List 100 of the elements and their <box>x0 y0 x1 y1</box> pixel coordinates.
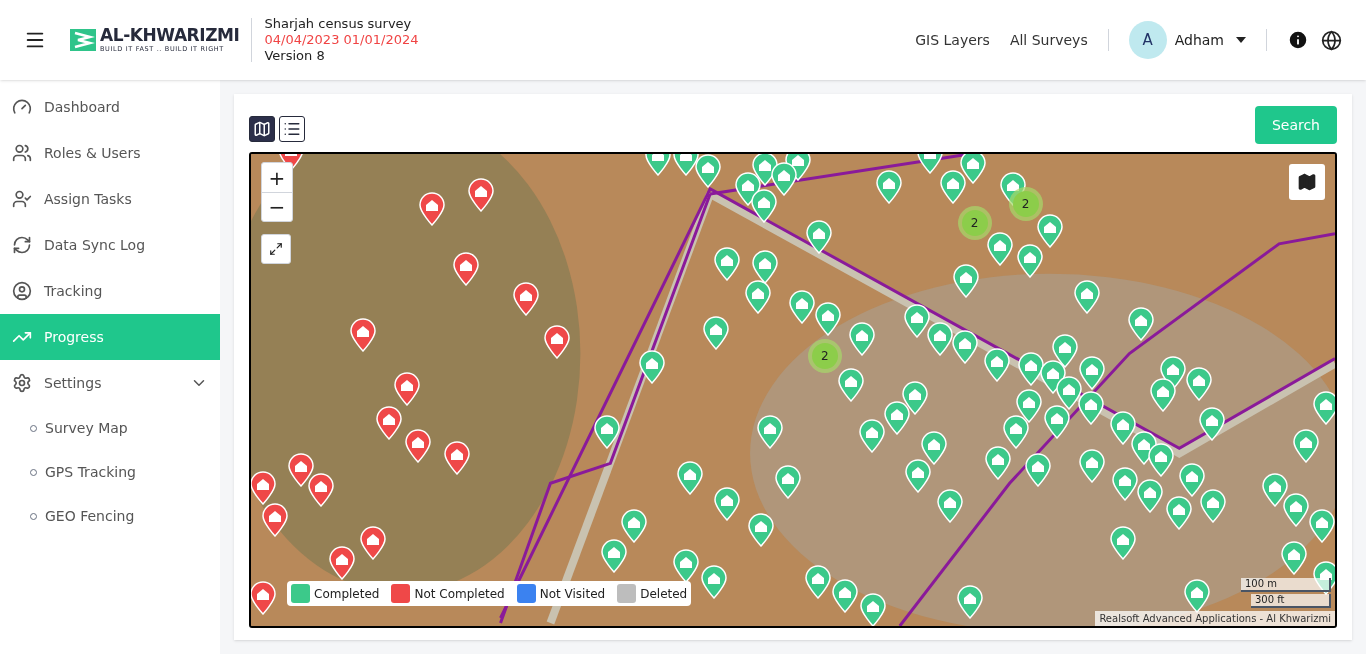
sidebar-subitem[interactable]: GPS Tracking <box>0 450 220 494</box>
map-marker[interactable] <box>287 453 314 488</box>
map-marker[interactable] <box>771 161 797 196</box>
map-marker[interactable] <box>920 431 947 466</box>
map-marker[interactable] <box>901 381 928 416</box>
map-marker[interactable] <box>1148 443 1175 478</box>
info-icon[interactable] <box>1287 29 1309 51</box>
map-marker[interactable] <box>1074 279 1101 314</box>
map-marker[interactable] <box>1262 473 1289 508</box>
map-view-button[interactable] <box>249 116 275 142</box>
map-marker[interactable] <box>251 581 276 616</box>
map-marker[interactable] <box>1017 351 1044 386</box>
map-marker[interactable] <box>986 231 1013 266</box>
map-marker[interactable] <box>859 593 886 626</box>
map-marker[interactable] <box>601 539 628 574</box>
map-marker[interactable] <box>1179 463 1206 498</box>
map-marker[interactable] <box>544 324 571 359</box>
sidebar-item[interactable]: Roles & Users <box>0 130 220 176</box>
map-marker[interactable] <box>714 246 741 281</box>
map-marker[interactable] <box>418 191 445 226</box>
map-marker[interactable] <box>858 419 885 454</box>
map-marker[interactable] <box>984 446 1011 481</box>
map-marker[interactable] <box>1016 243 1043 278</box>
map-marker[interactable] <box>452 251 479 286</box>
sidebar-item[interactable]: Dashboard <box>0 84 220 130</box>
map-marker[interactable] <box>831 579 858 614</box>
map-marker[interactable] <box>393 371 420 406</box>
map-marker[interactable] <box>952 263 979 298</box>
sidebar-subitem[interactable]: Survey Map <box>0 406 220 450</box>
map-marker[interactable] <box>261 503 288 538</box>
map-marker[interactable] <box>745 279 772 314</box>
map-marker[interactable] <box>359 526 386 561</box>
map-marker[interactable] <box>751 188 778 223</box>
map-marker[interactable] <box>805 219 832 254</box>
map-marker[interactable] <box>926 321 953 356</box>
map-marker[interactable] <box>788 289 815 324</box>
map-marker[interactable] <box>1313 391 1335 426</box>
list-view-button[interactable] <box>279 116 305 142</box>
sidebar-item[interactable]: Tracking <box>0 268 220 314</box>
map-marker[interactable] <box>837 367 864 402</box>
map-marker[interactable] <box>1184 579 1211 614</box>
user-avatar[interactable]: A <box>1128 21 1167 59</box>
map-marker[interactable] <box>875 169 902 204</box>
nav-link[interactable]: All Surveys <box>1009 29 1088 51</box>
map-marker[interactable] <box>903 303 930 338</box>
map-marker[interactable] <box>1200 489 1227 524</box>
map-marker[interactable] <box>1079 355 1106 390</box>
map-marker[interactable] <box>959 154 986 184</box>
map-marker[interactable] <box>1002 415 1029 450</box>
map-marker[interactable] <box>695 154 722 188</box>
map-marker[interactable] <box>328 546 355 581</box>
sidebar-item[interactable]: Data Sync Log <box>0 222 220 268</box>
map-marker[interactable] <box>848 321 875 356</box>
map-marker[interactable] <box>307 473 334 508</box>
user-name[interactable]: Adham <box>1174 29 1224 51</box>
map-marker[interactable] <box>1128 306 1155 341</box>
map-marker[interactable] <box>1110 411 1137 446</box>
map-marker[interactable] <box>939 169 966 204</box>
sidebar-subitem[interactable]: GEO Fencing <box>0 494 220 538</box>
map-marker[interactable] <box>349 317 376 352</box>
map-marker[interactable] <box>594 415 621 450</box>
caret-icon[interactable] <box>1236 37 1246 43</box>
map-marker[interactable] <box>714 487 741 522</box>
map-marker[interactable] <box>1137 479 1164 514</box>
map-marker[interactable] <box>673 549 700 584</box>
map-marker[interactable] <box>775 465 801 500</box>
map-marker[interactable] <box>375 406 402 441</box>
map-marker[interactable] <box>639 349 666 384</box>
map-marker[interactable] <box>904 459 931 494</box>
map-marker[interactable] <box>1166 496 1193 531</box>
map-marker[interactable] <box>1079 449 1106 484</box>
map-marker[interactable] <box>1309 509 1335 544</box>
nav-link[interactable]: GIS Layers <box>915 29 990 51</box>
layers-button[interactable] <box>1289 164 1325 200</box>
map-marker[interactable] <box>752 249 779 284</box>
map-marker[interactable] <box>804 565 831 600</box>
zoom-out-button[interactable]: − <box>262 192 292 221</box>
sidebar-item[interactable]: Settings <box>0 360 220 406</box>
map-marker[interactable] <box>1078 391 1105 426</box>
map-marker[interactable] <box>404 429 431 464</box>
satellite-map[interactable]: 2 2 2 + − Completed Not Completed Not Visited Deleted 100 m 300 ft Realsoft Advanced Applications - Al Khwarizmi <box>249 152 1337 628</box>
map-marker[interactable] <box>443 441 470 476</box>
language-icon[interactable] <box>1321 29 1342 51</box>
map-marker[interactable] <box>936 489 963 524</box>
map-marker[interactable] <box>1043 405 1070 440</box>
zoom-in-button[interactable]: + <box>262 163 292 192</box>
map-marker[interactable] <box>1186 366 1213 401</box>
map-marker[interactable] <box>1024 453 1051 488</box>
sidebar-item[interactable]: Assign Tasks <box>0 176 220 222</box>
map-marker[interactable] <box>951 329 978 364</box>
map-marker[interactable] <box>757 415 784 450</box>
map-marker[interactable] <box>1110 526 1137 561</box>
map-marker[interactable] <box>883 401 910 436</box>
map-marker[interactable] <box>467 177 494 212</box>
map-marker[interactable] <box>1150 378 1177 413</box>
map-marker[interactable] <box>1293 429 1320 464</box>
map-marker[interactable] <box>251 471 276 506</box>
map-marker[interactable] <box>621 509 648 544</box>
map-marker[interactable] <box>1036 213 1063 248</box>
map-marker[interactable] <box>703 315 730 350</box>
